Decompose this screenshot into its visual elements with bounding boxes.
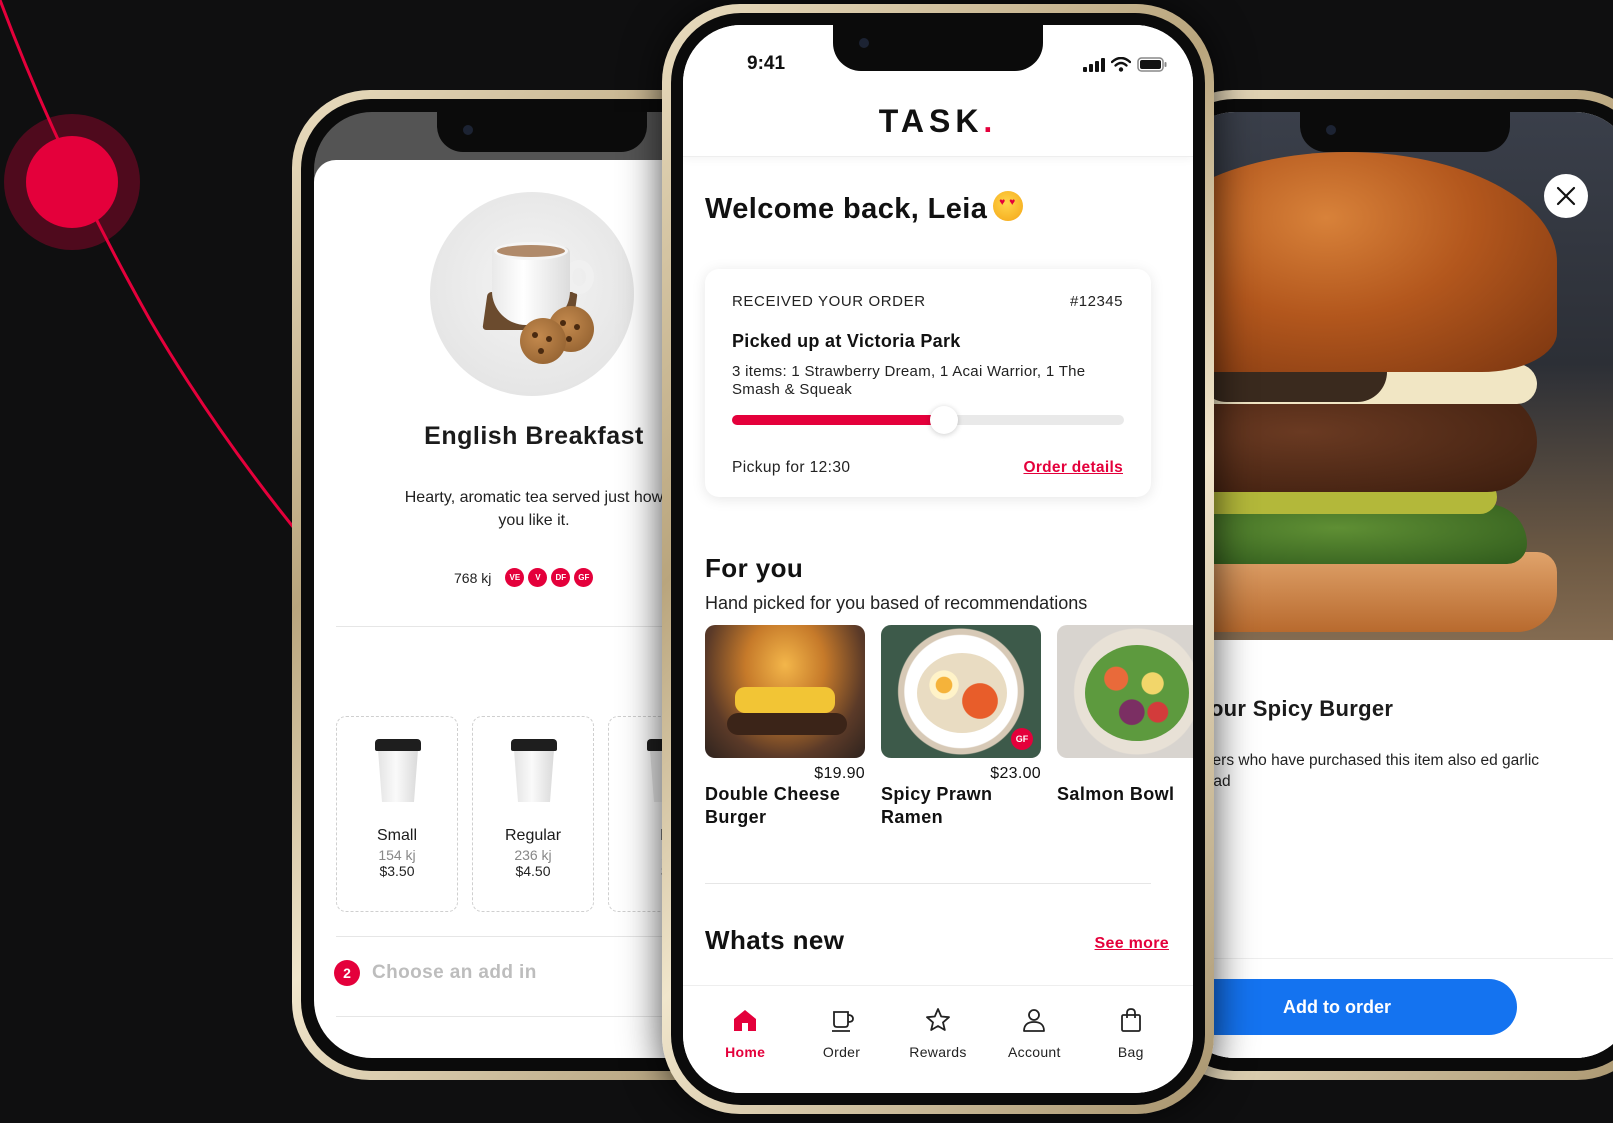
step-label: Choose an add in	[372, 962, 537, 983]
add-to-order-button[interactable]: Add to order	[1177, 979, 1517, 1035]
upsell-footer: Add to order	[1177, 958, 1613, 1058]
size-energy: 236 kj	[514, 847, 552, 863]
diet-badge-v: V	[528, 568, 548, 587]
close-button[interactable]	[1544, 174, 1588, 218]
home-icon	[734, 1010, 757, 1031]
pickup-time: Pickup for 12:30	[732, 459, 851, 476]
product-energy-row: 768 kj VE V DF GF	[454, 568, 594, 587]
tab-label: Bag	[1117, 1044, 1144, 1060]
phone-right: y our Spicy Burger omers who have purcha…	[1155, 90, 1613, 1080]
notch	[1300, 112, 1510, 152]
tea-photo	[430, 192, 634, 396]
size-option-regular[interactable]: Regular 236 kj $4.50	[472, 716, 594, 912]
size-energy: 154 kj	[378, 847, 416, 863]
size-name: Regular	[504, 827, 562, 844]
close-icon	[1556, 186, 1576, 206]
tab-order[interactable]: Order	[797, 986, 887, 1093]
product-description: Hearty, aromatic tea served just how you…	[404, 489, 664, 529]
phone-center: TASK. 9:41 Welcome back, Leia♥ ♥ RECEIVE…	[662, 4, 1214, 1114]
item-price: $19.90	[814, 765, 865, 782]
item-name: Spicy Prawn Ramen	[881, 784, 993, 827]
welcome-heading: Welcome back, Leia	[705, 191, 1024, 226]
tab-rewards[interactable]: Rewards	[893, 986, 983, 1093]
for-you-subtitle: Hand picked for you based of recommendat…	[705, 593, 1088, 613]
for-you-title: For you	[705, 553, 804, 583]
whats-new-title: Whats new	[705, 925, 845, 955]
item-price: $	[1057, 765, 1193, 783]
recommendation-card-ramen[interactable]: GF $23.00 Spicy Prawn Ramen	[881, 625, 1041, 829]
order-progress-thumb	[929, 406, 958, 434]
tab-label: Rewards	[909, 1044, 967, 1060]
order-location: Picked up at Victoria Park	[732, 331, 961, 351]
showcase-stage: English Breakfast Hearty, aromatic tea s…	[0, 0, 1613, 1123]
size-option-small[interactable]: Small 154 kj $3.50	[336, 716, 458, 912]
item-name: Salmon Bowl	[1057, 784, 1175, 804]
burger-image	[705, 625, 865, 758]
diet-badge-df: DF	[551, 568, 571, 587]
diet-badge-gf: GF	[574, 568, 594, 587]
coffee-cup-icon	[504, 735, 564, 805]
coffee-cup-icon	[368, 735, 428, 805]
signal-icon	[1083, 57, 1105, 72]
upsell-sheet: y our Spicy Burger omers who have purcha…	[1177, 640, 1613, 1058]
diet-badge-ve: VE	[505, 568, 525, 587]
tab-bag[interactable]: Bag	[1086, 986, 1176, 1093]
step-number-badge: 2	[334, 960, 360, 986]
center-screen: TASK. 9:41 Welcome back, Leia♥ ♥ RECEIVE…	[683, 25, 1193, 1093]
cup-icon	[831, 1011, 854, 1032]
order-number: #12345	[1069, 293, 1123, 310]
ramen-image: GF	[881, 625, 1041, 758]
wifi-icon	[1111, 57, 1131, 72]
status-icons	[1083, 57, 1167, 72]
heart-eyes-emoji-icon	[993, 191, 1024, 221]
upsell-title: y our Spicy Burger	[1191, 696, 1394, 721]
size-price: $4.50	[515, 863, 551, 879]
tab-home[interactable]: Home	[700, 986, 790, 1093]
order-progress-fill	[732, 415, 944, 425]
product-energy: 768 kj	[454, 569, 492, 586]
order-progress-bar	[732, 406, 1124, 434]
size-name: Small	[376, 827, 417, 844]
status-time: 9:41	[747, 53, 786, 74]
item-price: $23.00	[990, 765, 1041, 782]
size-price: $3.50	[379, 863, 415, 879]
order-items: 3 items: 1 Strawberry Dream, 1 Acai Warr…	[732, 363, 1086, 398]
order-status-card[interactable]: RECEIVED YOUR ORDER #12345 Picked up at …	[705, 269, 1151, 497]
bottom-tab-bar: Home Order Rewards Account Bag	[683, 985, 1193, 1093]
bag-icon	[1120, 1008, 1141, 1032]
item-name: Double Cheese Burger	[705, 784, 841, 827]
orbit-dot	[26, 136, 118, 228]
tab-account[interactable]: Account	[989, 986, 1079, 1093]
tab-label: Home	[725, 1044, 766, 1060]
user-icon	[1023, 1009, 1046, 1032]
battery-icon	[1137, 57, 1167, 72]
task-logo: TASK.	[878, 103, 998, 139]
see-more-link[interactable]: See more	[1095, 935, 1169, 953]
gluten-free-badge: GF	[1011, 728, 1033, 750]
right-screen: y our Spicy Burger omers who have purcha…	[1177, 112, 1613, 1058]
recommendation-card-burger[interactable]: $19.90 Double Cheese Burger	[705, 625, 865, 829]
tab-label: Order	[822, 1044, 861, 1060]
notch	[833, 25, 1043, 71]
divider	[705, 883, 1151, 884]
notch	[437, 112, 647, 152]
order-status-label: RECEIVED YOUR ORDER	[732, 293, 926, 310]
recommendation-card-salmon[interactable]: $ Salmon Bowl	[1057, 625, 1193, 829]
order-details-link[interactable]: Order details	[1023, 459, 1123, 477]
recommendation-list: $19.90 Double Cheese Burger GF $23.00 Sp…	[705, 625, 1193, 829]
tab-label: Account	[1008, 1044, 1061, 1060]
add-in-step[interactable]: 2 Choose an add in	[334, 960, 537, 986]
upsell-description: omers who have purchased this item also …	[1191, 752, 1540, 790]
star-icon	[926, 1008, 950, 1031]
salmon-bowl-image	[1057, 625, 1193, 758]
